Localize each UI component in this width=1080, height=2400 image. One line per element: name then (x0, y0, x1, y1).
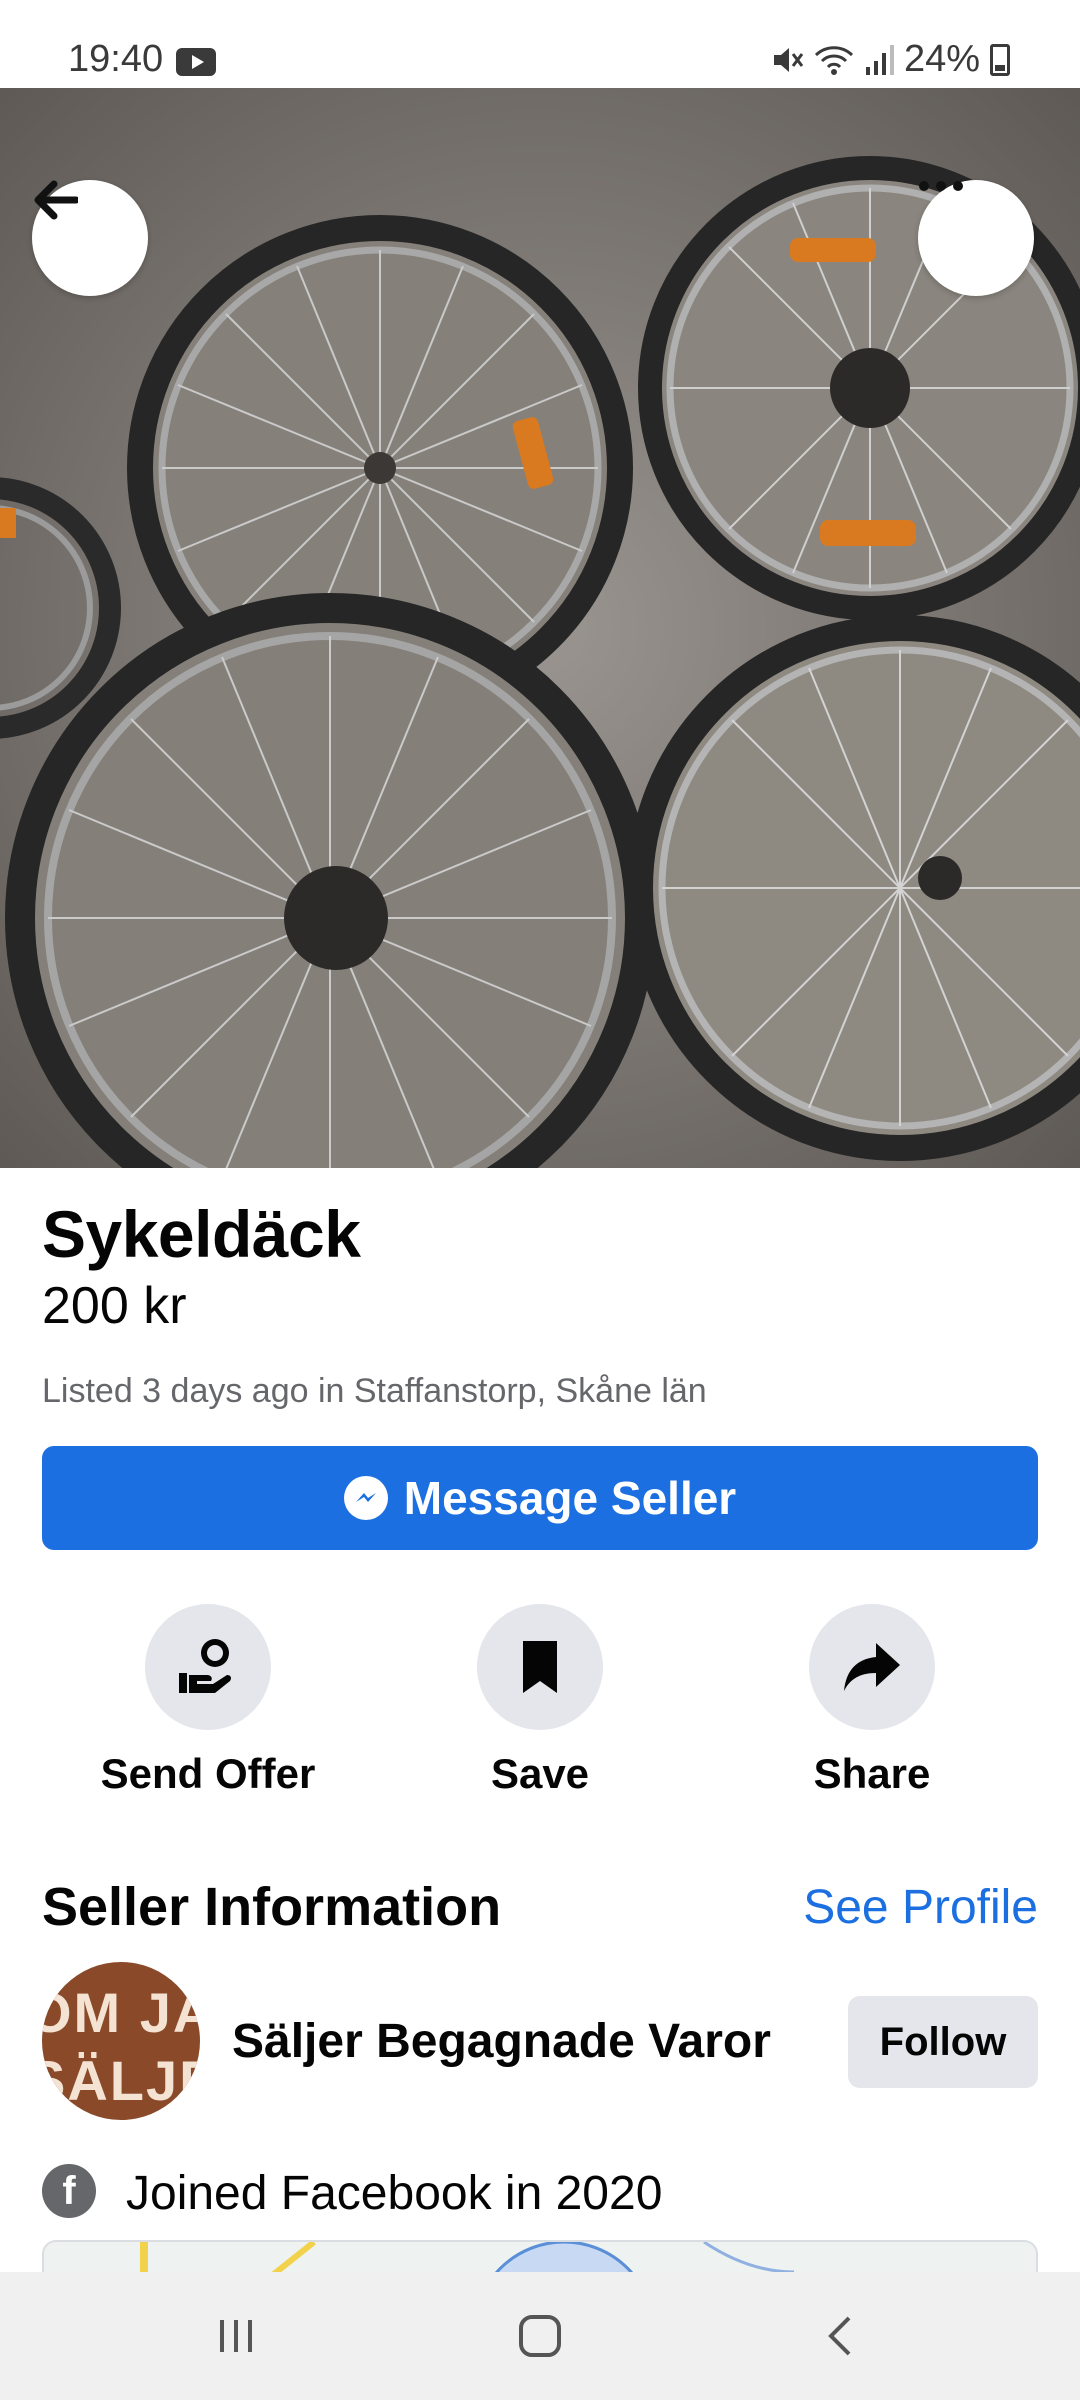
save-button[interactable]: Save (420, 1604, 660, 1798)
chevron-left-icon (828, 2316, 851, 2356)
status-bar: 19:40 24% (0, 0, 1080, 88)
wifi-icon (814, 45, 853, 75)
send-offer-icon-circle (145, 1604, 271, 1730)
more-dots-icon (919, 181, 963, 191)
share-button[interactable]: Share (752, 1604, 992, 1798)
send-offer-icon (179, 1639, 231, 1693)
back-button[interactable] (32, 180, 148, 296)
signal-icon (865, 44, 894, 75)
back-arrow-icon (34, 180, 78, 220)
action-row: Send Offer Save Share (0, 1604, 1080, 1804)
recent-apps-button[interactable] (176, 2300, 296, 2372)
bookmark-icon (523, 1641, 557, 1693)
status-indicators: 24% (770, 38, 1010, 81)
share-arrow-icon (844, 1643, 900, 1691)
battery-percent: 24% (903, 38, 980, 80)
seller-avatar[interactable]: OM JAG SÄLJER (42, 1962, 200, 2120)
listing-title: Sykeldäck (42, 1197, 361, 1271)
message-seller-button[interactable]: Message Seller (42, 1446, 1038, 1550)
messenger-icon (343, 1476, 388, 1520)
follow-button[interactable]: Follow (848, 1996, 1038, 2088)
more-options-button[interactable] (918, 180, 1034, 296)
mute-icon (773, 47, 804, 72)
listing-meta: Listed 3 days ago in Staffanstorp, Skåne… (42, 1372, 707, 1410)
share-label: Share (813, 1750, 931, 1797)
status-time: 19:40 (68, 38, 164, 80)
battery-icon (990, 43, 1010, 76)
message-seller-label: Message Seller (403, 1472, 737, 1524)
send-offer-label: Send Offer (100, 1750, 316, 1797)
joined-facebook-text: Joined Facebook in 2020 (126, 2167, 663, 2220)
listing-photo[interactable] (0, 88, 1080, 1168)
wheel-bottom-left (5, 593, 655, 1168)
facebook-icon: f (42, 2164, 96, 2218)
see-profile-link[interactable]: See Profile (803, 1880, 1038, 1935)
save-icon-circle (477, 1604, 603, 1730)
share-icon-circle (809, 1604, 935, 1730)
seller-information-heading: Seller Information (42, 1877, 502, 1937)
wheel-bottom-right (627, 615, 1080, 1161)
system-back-button[interactable] (780, 2300, 900, 2372)
avatar-text-top: OM JAG (42, 1981, 200, 2044)
youtube-notification-icon (176, 48, 216, 76)
seller-name[interactable]: Säljer Begagnade Varor (232, 2014, 771, 2069)
avatar-text-bottom: SÄLJER (42, 2049, 200, 2112)
bicycle-wheels-image (0, 88, 1080, 1168)
send-offer-button[interactable]: Send Offer (88, 1604, 328, 1798)
home-icon (519, 2315, 561, 2357)
system-navigation-bar (0, 2272, 1080, 2400)
home-button[interactable] (480, 2300, 600, 2372)
listing-price: 200 kr (42, 1277, 187, 1335)
save-label: Save (490, 1750, 590, 1797)
recent-apps-icon (220, 2320, 252, 2352)
